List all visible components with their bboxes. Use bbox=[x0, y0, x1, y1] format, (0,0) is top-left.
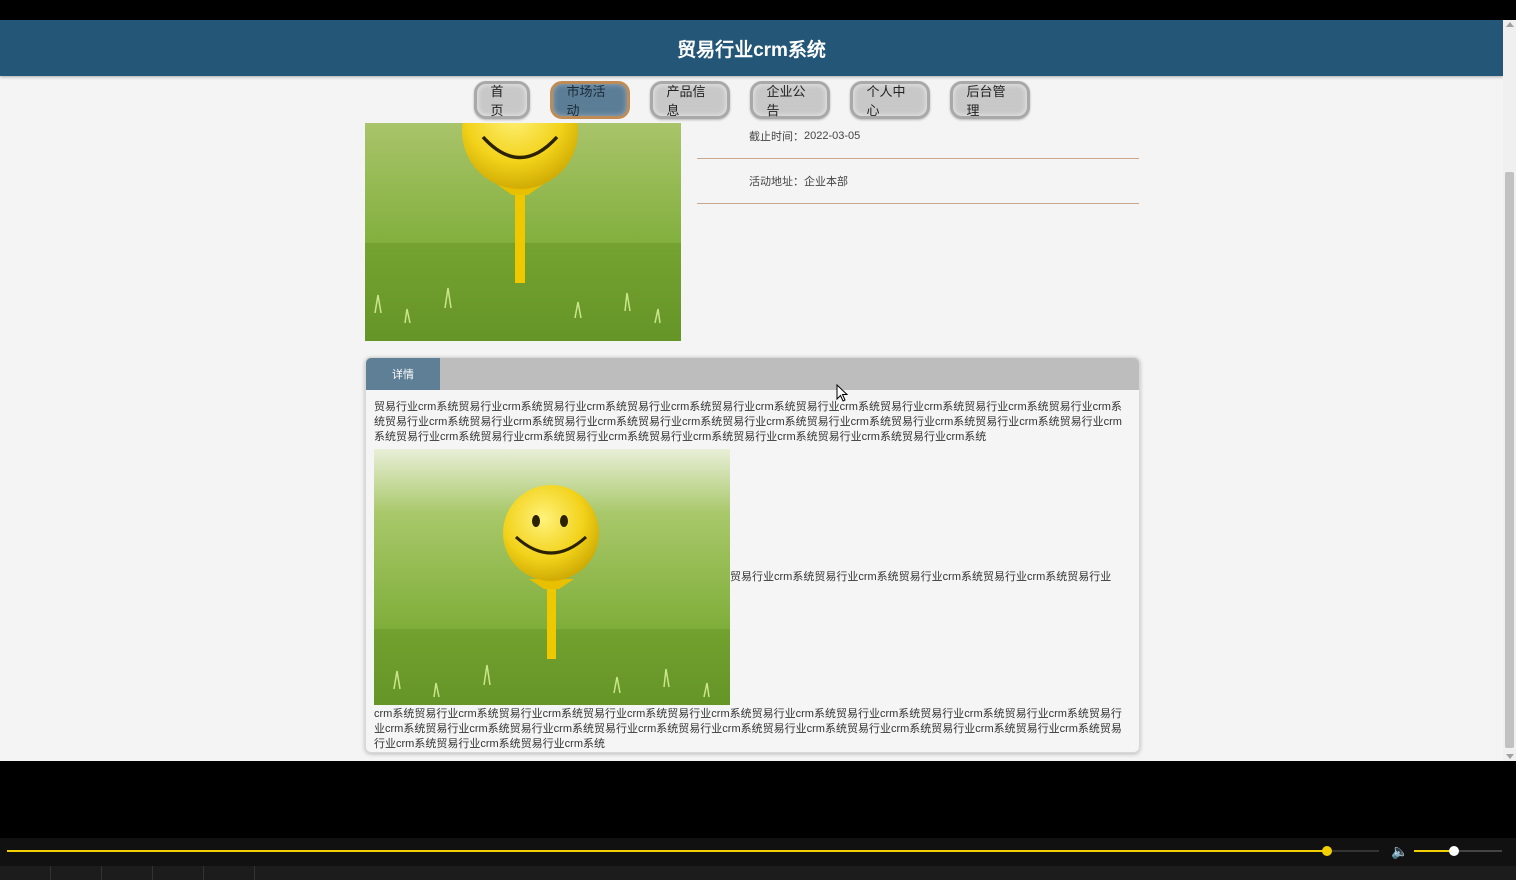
detail-panel: 详情 贸易行业crm系统贸易行业crm系统贸易行业crm系统贸易行业crm系统贸… bbox=[365, 357, 1140, 753]
nav-home[interactable]: 首页 bbox=[473, 81, 530, 119]
nav-product-info[interactable]: 产品信息 bbox=[649, 81, 730, 119]
tab-details[interactable]: 详情 bbox=[366, 358, 440, 390]
detail-content: 贸易行业crm系统贸易行业crm系统贸易行业crm系统贸易行业crm系统贸易行业… bbox=[366, 390, 1139, 752]
strip-cell bbox=[204, 866, 255, 880]
nav-announcements-label: 企业公告 bbox=[766, 84, 806, 118]
strip-cell bbox=[0, 866, 51, 880]
site-title: 贸易行业crm系统 bbox=[677, 39, 826, 61]
nav-announcements[interactable]: 企业公告 bbox=[749, 81, 830, 119]
progress-fill bbox=[7, 850, 1327, 852]
nav-admin[interactable]: 后台管理 bbox=[949, 81, 1030, 119]
tab-details-label: 详情 bbox=[392, 369, 414, 381]
site-header: 贸易行业crm系统 bbox=[0, 20, 1503, 76]
detail-golf-image bbox=[374, 449, 730, 705]
address-label: 活动地址： bbox=[749, 176, 804, 188]
address-value: 企业本部 bbox=[804, 176, 848, 188]
activity-image bbox=[365, 123, 681, 341]
activity-info: 截止时间： 2022-03-05 活动地址： 企业本部 bbox=[697, 114, 1139, 204]
golf-ball-image bbox=[365, 123, 681, 341]
progress-knob[interactable] bbox=[1321, 846, 1332, 856]
detail-paragraph-2: crm系统贸易行业crm系统贸易行业crm系统贸易行业crm系统贸易行业crm系… bbox=[374, 708, 1122, 750]
progress-bar[interactable] bbox=[7, 846, 1379, 856]
info-row-deadline: 截止时间： 2022-03-05 bbox=[697, 114, 1139, 159]
volume-slider[interactable] bbox=[1414, 846, 1502, 856]
page-scrollbar[interactable] bbox=[1503, 20, 1516, 761]
nav-market-activity-label: 市场活动 bbox=[566, 84, 606, 118]
mouse-cursor-icon bbox=[836, 384, 849, 402]
detail-media-row: 贸易行业crm系统贸易行业crm系统贸易行业crm系统贸易行业crm系统贸易行业 bbox=[374, 449, 1131, 705]
info-row-address: 活动地址： 企业本部 bbox=[697, 159, 1139, 204]
detail-inline-text: 贸易行业crm系统贸易行业crm系统贸易行业crm系统贸易行业crm系统贸易行业 bbox=[730, 570, 1112, 583]
nav-personal-center-label: 个人中心 bbox=[866, 84, 906, 118]
main-nav: 首页 市场活动 产品信息 企业公告 个人中心 后台管理 bbox=[0, 81, 1503, 119]
volume-fill bbox=[1414, 850, 1454, 852]
video-player-controls: 🔈 bbox=[0, 838, 1516, 880]
strip-cell bbox=[102, 866, 153, 880]
detail-paragraph-1: 贸易行业crm系统贸易行业crm系统贸易行业crm系统贸易行业crm系统贸易行业… bbox=[374, 401, 1122, 443]
nav-market-activity[interactable]: 市场活动 bbox=[549, 81, 630, 119]
deadline-label: 截止时间： bbox=[749, 131, 804, 143]
scroll-thumb[interactable] bbox=[1505, 172, 1514, 748]
volume-knob[interactable] bbox=[1448, 846, 1459, 856]
nav-product-info-label: 产品信息 bbox=[666, 84, 706, 118]
nav-home-label: 首页 bbox=[490, 84, 504, 118]
volume-icon[interactable]: 🔈 bbox=[1391, 843, 1408, 860]
strip-cell bbox=[153, 866, 204, 880]
strip-cell bbox=[51, 866, 102, 880]
nav-personal-center[interactable]: 个人中心 bbox=[849, 81, 930, 119]
deadline-value: 2022-03-05 bbox=[804, 130, 861, 142]
browser-viewport: 贸易行业crm系统 首页 市场活动 产品信息 企业公告 个人中心 后台管理 截止… bbox=[0, 20, 1503, 761]
nav-admin-label: 后台管理 bbox=[966, 84, 1006, 118]
player-bottom-strip bbox=[0, 866, 1516, 880]
detail-tabbar: 详情 bbox=[366, 358, 1139, 390]
scroll-up-icon[interactable] bbox=[1506, 22, 1514, 27]
scroll-down-icon[interactable] bbox=[1506, 754, 1514, 759]
